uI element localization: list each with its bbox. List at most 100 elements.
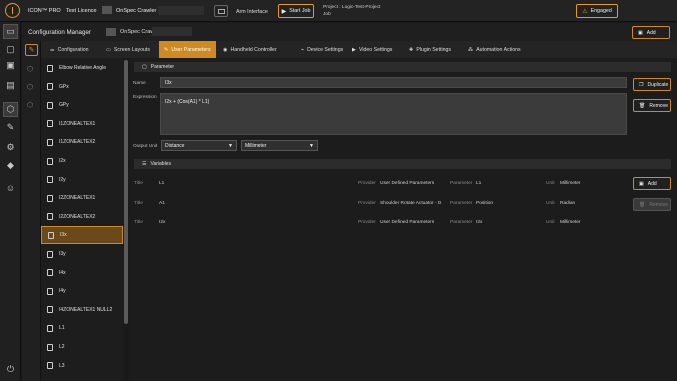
shield-icon[interactable]: ◆ — [3, 158, 18, 173]
checkbox[interactable] — [47, 324, 53, 332]
list-item[interactable]: I2y — [41, 171, 123, 189]
list-item[interactable]: I4x — [41, 264, 123, 282]
cell-title: A1 — [159, 200, 165, 206]
list-item[interactable]: Elbow Relative Angle — [41, 59, 123, 77]
layers-icon[interactable]: ⬡ — [27, 101, 33, 109]
column-label: Parameter — [450, 200, 473, 206]
power-icon[interactable]: ⏻ — [3, 362, 18, 377]
map-icon[interactable]: ▤ — [3, 78, 18, 93]
checkbox[interactable] — [47, 213, 53, 221]
checkbox[interactable] — [48, 231, 54, 239]
list-item[interactable]: L2 — [41, 338, 123, 356]
layers-icon[interactable]: ⬡ — [27, 83, 33, 91]
list-item[interactable]: GPy — [41, 96, 123, 114]
checkbox[interactable] — [47, 250, 53, 258]
remove-parameter-button[interactable]: 🗑 Remove — [633, 99, 671, 112]
start-job-button[interactable]: ▶ Start Job — [278, 4, 314, 18]
checkbox[interactable] — [47, 287, 53, 295]
checkbox[interactable] — [47, 101, 53, 109]
checkbox[interactable] — [47, 194, 53, 202]
list-item[interactable]: L3 — [41, 357, 123, 375]
list-item-label: L2 — [59, 344, 65, 350]
list-item[interactable]: I3y — [41, 245, 123, 263]
table-row[interactable]: Title A1 Provider Shoulder Rotate Actuator … — [130, 201, 627, 209]
tab-video-settings[interactable]: ▶ Video Settings — [347, 41, 402, 58]
list-item-label: I1ZONEALTEX2 — [59, 139, 96, 146]
play-icon: ▶ — [281, 8, 287, 15]
checkbox[interactable] — [47, 306, 53, 314]
remove-variable-button[interactable]: 🗑 Remove — [633, 198, 671, 211]
config-title: Configuration Manager — [28, 29, 91, 36]
tab-plugin-settings[interactable]: ✚ Plugin Settings — [404, 41, 462, 58]
tab-user-parameters[interactable]: ✎ User Parameters — [159, 41, 216, 58]
config-icon[interactable]: ▭ — [3, 24, 18, 39]
list-item[interactable]: I4ZONEALTEX1 NULL2 — [41, 301, 123, 319]
settings-icon[interactable]: ⚙ — [3, 140, 18, 155]
user-settings-icon[interactable]: ☺ — [3, 180, 18, 195]
checkbox[interactable] — [47, 269, 53, 277]
checkbox[interactable] — [47, 343, 53, 351]
column-label: Provider — [358, 220, 376, 225]
list-item[interactable]: I2x — [41, 152, 123, 170]
pencil-icon[interactable]: ✎ — [25, 44, 38, 56]
list-item[interactable]: I2ZONEALTEX2 — [41, 208, 123, 226]
list-item-label: I2x — [59, 158, 66, 164]
checkbox[interactable] — [47, 138, 53, 146]
column-label: Title — [134, 181, 143, 186]
crawler-thumbnail — [102, 6, 112, 14]
parameter-section-header: ▢ Parameter — [134, 62, 671, 72]
tab-screen-layouts[interactable]: ▭ Screen Layouts — [101, 41, 159, 58]
list-item[interactable]: I4y — [41, 282, 123, 300]
list-item-label: I4x — [59, 269, 66, 276]
arm-interface-button[interactable] — [214, 5, 228, 17]
variables-section-header: ☰ Variables — [134, 159, 671, 169]
add-variable-button[interactable]: ▣ Add — [633, 177, 671, 190]
list-item[interactable]: L1 — [41, 319, 123, 337]
tab-device-settings[interactable]: ⌁ Device Settings — [296, 41, 346, 58]
name-input[interactable]: I3x — [160, 77, 627, 88]
config-add-button[interactable]: ▣ Add — [632, 26, 670, 39]
top-bar: ICON™ PRO Test Licence OnSpec Crawler Ar… — [0, 0, 677, 22]
column-label: Parameter — [450, 181, 473, 186]
unit-type-select[interactable]: Distance ▼ — [161, 140, 237, 151]
checkbox[interactable] — [47, 176, 53, 184]
table-row[interactable]: Title L1 Provider User Defined Parameters Pa… — [130, 181, 627, 189]
layers-icon[interactable]: ⬡ — [27, 65, 33, 73]
exit-icon — [217, 8, 225, 14]
expression-input[interactable]: I2x + (Cos(A1) * L1) — [160, 93, 627, 135]
list-item[interactable]: I1ZONEALTEX2 — [41, 133, 123, 151]
checkbox[interactable] — [47, 120, 53, 128]
list-item[interactable]: I2ZONEALTEX1 — [41, 189, 123, 207]
chat-icon[interactable]: ▢ — [3, 42, 18, 57]
chevron-down-icon: ▼ — [228, 142, 233, 149]
list-item-label: I2ZONEALTEX2 — [59, 213, 96, 220]
column-label: Provider — [358, 200, 376, 206]
checkbox[interactable] — [47, 362, 53, 370]
tab-handheld-controller[interactable]: ◉ Handheld Controller — [218, 41, 296, 58]
list-item[interactable]: GPx — [41, 78, 123, 96]
duplicate-button[interactable]: ❐ Duplicate — [633, 78, 671, 91]
checkbox[interactable] — [47, 83, 53, 91]
gamepad-icon: ◉ — [223, 46, 228, 53]
edit-icon[interactable]: ✎ — [3, 120, 18, 135]
add-icon: ▣ — [638, 29, 643, 36]
unit-value-select[interactable]: Millimeter ▼ — [241, 140, 318, 151]
table-row[interactable]: Title I2x Provider User Defined Parameters P… — [130, 220, 627, 228]
image-icon[interactable]: ▣ — [3, 58, 18, 73]
tab-automation-actions[interactable]: ⁂ Automation Actions — [463, 41, 538, 58]
list-item-label: I2y — [59, 176, 66, 183]
sub-rail: ✎ ⬡ ⬡ ⬡ — [22, 41, 41, 381]
logo-icon — [5, 3, 20, 18]
cell-unit: Radian — [560, 200, 576, 206]
cell-parameter: L1 — [476, 181, 482, 186]
checkbox[interactable] — [47, 64, 53, 72]
tab-configuration[interactable]: ⚌ Configuration — [45, 41, 101, 58]
engaged-button[interactable]: ⚠ Engaged — [576, 4, 618, 18]
checkbox[interactable] — [47, 157, 53, 165]
list-scrollbar[interactable] — [123, 58, 129, 381]
crawler-thumbnail — [106, 28, 116, 36]
list-item[interactable]: RULE1CHECK — [41, 375, 123, 381]
list-item[interactable]: I1ZONEALTEX1 — [41, 115, 123, 133]
list-item[interactable]: I3x — [41, 226, 123, 245]
cube-icon[interactable]: ⬡ — [3, 102, 18, 117]
